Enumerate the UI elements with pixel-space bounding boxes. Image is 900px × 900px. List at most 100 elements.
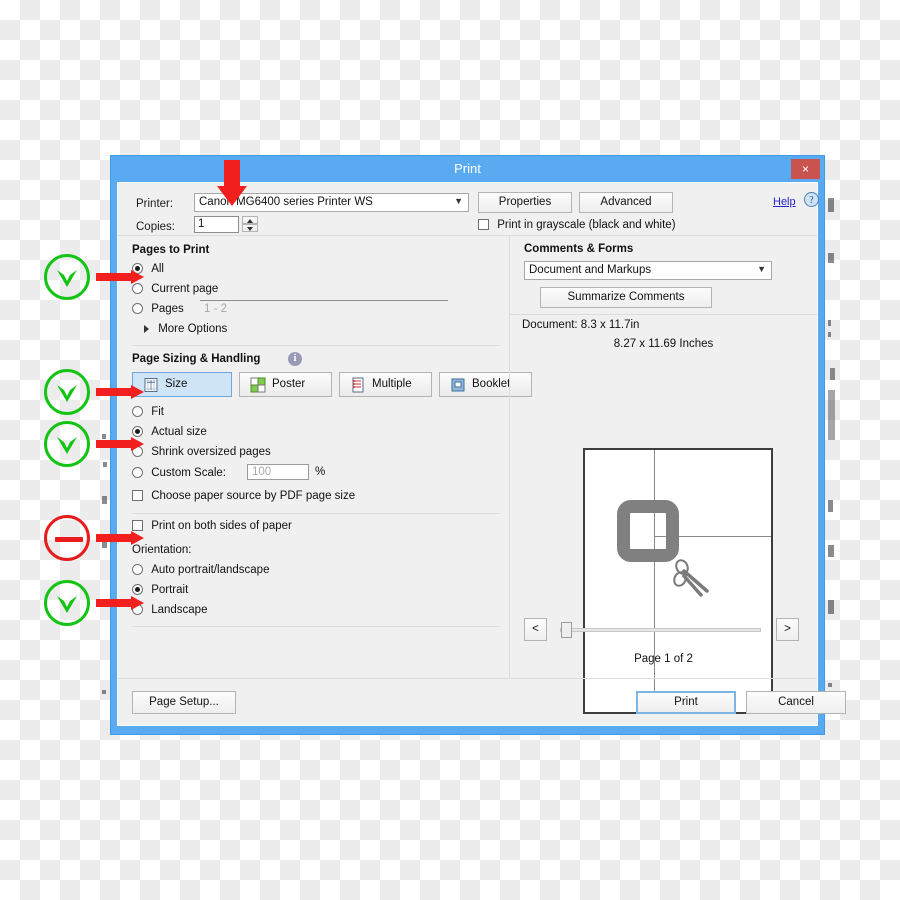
advanced-button[interactable]: Advanced xyxy=(579,192,673,213)
close-icon[interactable]: × xyxy=(791,159,820,179)
properties-button[interactable]: Properties xyxy=(478,192,572,213)
copies-label: Copies: xyxy=(136,221,175,233)
previous-page-button[interactable]: < xyxy=(524,618,547,641)
print-button[interactable]: Print xyxy=(636,691,736,714)
preview-column: Comments & Forms Document and Markups ▼ … xyxy=(509,236,817,714)
booklet-icon xyxy=(450,377,466,393)
tab-size[interactable]: Size xyxy=(132,372,232,397)
printer-label: Printer: xyxy=(136,198,174,210)
print-dialog: Print × Printer: Canon MG6400 series Pri… xyxy=(110,155,846,735)
left-options-column: Pages to Print All Current page Pages 1 … xyxy=(118,236,532,679)
radio-shrink-oversized[interactable]: Shrink oversized pages xyxy=(132,446,271,458)
radio-portrait[interactable]: Portrait xyxy=(132,584,188,596)
summarize-comments-button[interactable]: Summarize Comments xyxy=(540,287,712,308)
radio-custom-scale-label: Custom Scale: xyxy=(151,467,226,479)
info-icon[interactable]: i xyxy=(288,352,302,366)
radio-auto-orientation[interactable]: Auto portrait/landscape xyxy=(132,564,269,576)
radio-fit[interactable]: Fit xyxy=(132,406,164,418)
scissors-icon xyxy=(671,555,715,599)
copies-decrement[interactable] xyxy=(242,224,258,232)
svg-text:?: ? xyxy=(809,195,814,206)
radio-custom-scale[interactable]: Custom Scale: xyxy=(132,467,226,479)
next-page-button[interactable]: > xyxy=(776,618,799,641)
annotation-arrow-printer xyxy=(217,160,247,206)
annotation-check-circle-all xyxy=(44,254,90,300)
dialog-body: Printer: Canon MG6400 series Printer WS … xyxy=(117,182,846,726)
paper-source-label: Choose paper source by PDF page size xyxy=(151,490,356,502)
help-link[interactable]: Help xyxy=(773,196,796,208)
dialog-titlebar[interactable]: Print × xyxy=(111,156,824,182)
dialog-title: Print xyxy=(454,161,481,176)
custom-scale-input[interactable]: 100 xyxy=(247,464,309,480)
multiple-icon xyxy=(350,377,366,393)
radio-pages[interactable]: Pages xyxy=(132,303,184,315)
divider xyxy=(132,626,500,627)
both-sides-checkbox[interactable] xyxy=(132,520,143,532)
tab-multiple-label: Multiple xyxy=(372,378,412,390)
cancel-button[interactable]: Cancel xyxy=(746,691,846,714)
background-fragment xyxy=(102,496,107,504)
tab-multiple[interactable]: Multiple xyxy=(339,372,432,397)
comments-forms-select[interactable]: Document and Markups ▼ xyxy=(524,261,772,280)
radio-portrait-indicator[interactable] xyxy=(132,584,143,596)
background-fragment xyxy=(828,600,834,614)
page-setup-button[interactable]: Page Setup... xyxy=(132,691,236,714)
grayscale-label: Print in grayscale (black and white) xyxy=(497,219,676,231)
radio-auto-orientation-label: Auto portrait/landscape xyxy=(151,564,270,576)
percent-label: % xyxy=(315,466,326,478)
grayscale-checkbox-row[interactable]: Print in grayscale (black and white) xyxy=(478,219,676,231)
radio-actual-size-indicator[interactable] xyxy=(132,426,143,438)
page-slider-thumb[interactable] xyxy=(561,622,572,638)
checkbox-paper-source[interactable]: Choose paper source by PDF page size xyxy=(132,490,355,502)
comments-forms-value: Document and Markups xyxy=(529,264,652,276)
annotation-arrow-all xyxy=(96,270,144,284)
background-fragment xyxy=(828,332,831,337)
radio-shrink-label: Shrink oversized pages xyxy=(151,446,271,458)
grayscale-checkbox[interactable] xyxy=(478,219,489,231)
more-options-toggle[interactable]: More Options xyxy=(144,323,227,335)
annotation-arrow-actual-size xyxy=(96,437,144,451)
background-fragment xyxy=(102,690,106,694)
radio-actual-size-label: Actual size xyxy=(151,426,207,438)
minus-icon xyxy=(55,537,83,542)
copies-stepper[interactable] xyxy=(242,216,258,233)
comments-forms-title: Comments & Forms xyxy=(524,243,634,255)
pages-to-print-title: Pages to Print xyxy=(132,244,210,256)
tab-size-label: Size xyxy=(165,378,188,390)
chevron-down-icon: ▼ xyxy=(454,196,463,206)
radio-all-label: All xyxy=(151,263,164,275)
background-fragment xyxy=(828,320,831,326)
radio-pages-indicator[interactable] xyxy=(132,303,143,315)
page-slider[interactable] xyxy=(560,622,761,638)
page-sizing-title: Page Sizing & Handling xyxy=(132,353,261,365)
background-fragment xyxy=(828,683,832,687)
annotation-arrow-both-sides xyxy=(96,531,144,545)
page-status: Page 1 of 2 xyxy=(634,653,693,665)
checkbox-both-sides[interactable]: Print on both sides of paper xyxy=(132,520,292,532)
radio-current-page[interactable]: Current page xyxy=(132,283,218,295)
tab-poster[interactable]: Poster xyxy=(239,372,332,397)
tab-booklet-label: Booklet xyxy=(472,378,511,390)
info-icon-glyph: i xyxy=(293,353,297,364)
size-icon xyxy=(143,377,159,393)
paper-source-checkbox[interactable] xyxy=(132,490,143,502)
orientation-title: Orientation: xyxy=(132,544,192,556)
pages-range-input[interactable]: 1 - 2 xyxy=(200,300,448,316)
annotation-minus-circle-both-sides xyxy=(44,515,90,561)
tab-poster-label: Poster xyxy=(272,378,306,390)
divider xyxy=(510,314,817,315)
document-graphic xyxy=(616,499,679,562)
radio-custom-scale-indicator[interactable] xyxy=(132,467,143,479)
radio-portrait-label: Portrait xyxy=(151,584,189,596)
radio-auto-orientation-indicator[interactable] xyxy=(132,564,143,576)
print-preview xyxy=(583,448,773,714)
radio-fit-indicator[interactable] xyxy=(132,406,143,418)
annotation-check-circle-size xyxy=(44,369,90,415)
annotation-check-circle-actual-size xyxy=(44,421,90,467)
radio-current-page-indicator[interactable] xyxy=(132,283,143,295)
help-icon[interactable]: ? xyxy=(804,192,819,207)
background-fragment xyxy=(828,500,833,512)
radio-fit-label: Fit xyxy=(151,406,164,418)
copies-increment[interactable] xyxy=(242,216,258,224)
copies-input[interactable]: 1 xyxy=(194,216,239,233)
